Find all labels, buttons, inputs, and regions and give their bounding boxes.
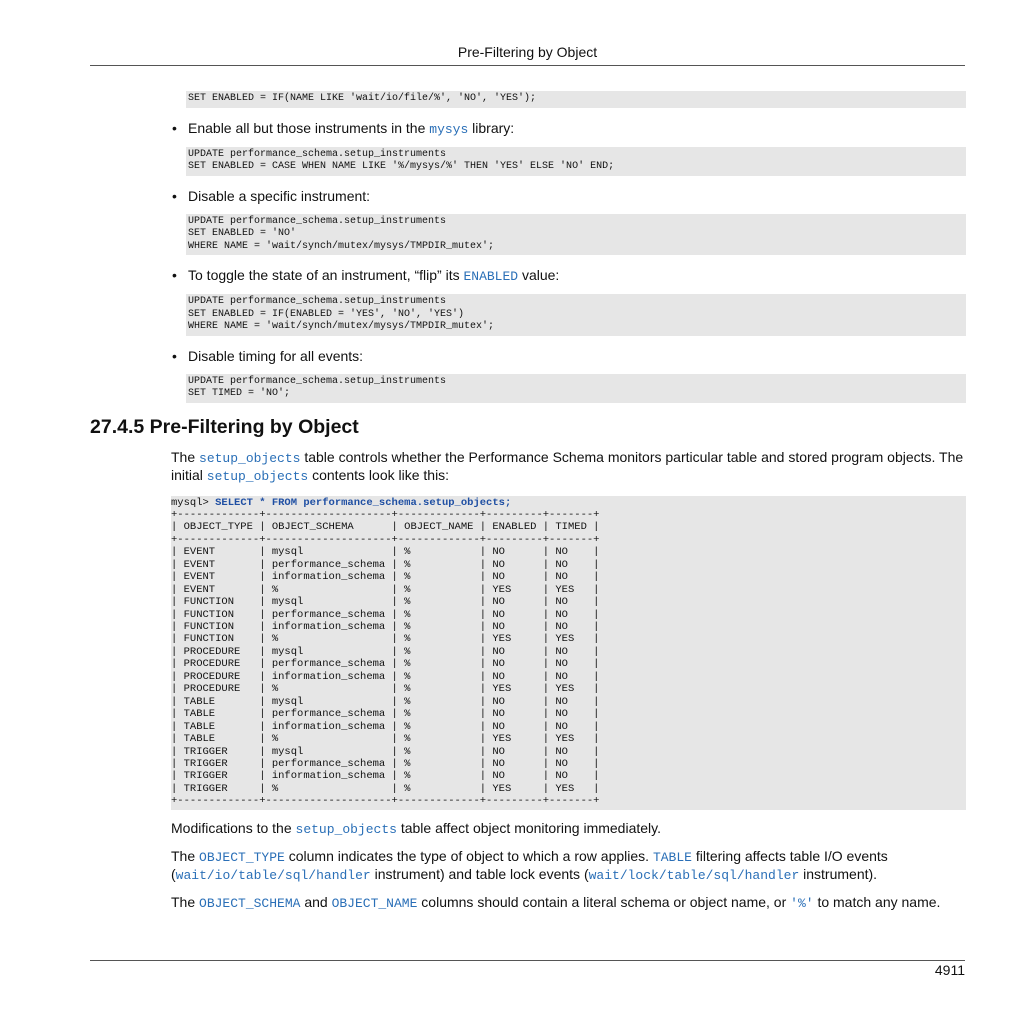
table-separator: +-------------+--------------------+----…	[171, 508, 600, 521]
code-link-object-type[interactable]: OBJECT_TYPE	[199, 850, 285, 865]
table-row: | TABLE | performance_schema | % | NO | …	[171, 708, 600, 721]
bullet-marker: •	[172, 347, 177, 364]
bullet-marker: •	[172, 119, 177, 136]
bullet-text: value:	[518, 267, 560, 283]
running-header: Pre-Filtering by Object	[457, 44, 598, 60]
mysql-prompt: mysql>	[171, 496, 216, 509]
code-link-wildcard[interactable]: '%'	[790, 896, 813, 911]
manual-page: Pre-Filtering by Object SET ENABLED = IF…	[0, 0, 1025, 1025]
table-row: | EVENT | performance_schema | % | NO | …	[171, 558, 600, 571]
table-separator: +-------------+--------------------+----…	[171, 795, 600, 808]
code-link-setup-objects[interactable]: setup_objects	[199, 451, 300, 466]
table-row: | TABLE | information_schema | % | NO | …	[171, 720, 600, 733]
paragraph-text: table affect object monitoring immediate…	[396, 819, 661, 836]
bullet-disable-timing: • Disable timing for all events:	[172, 347, 966, 365]
code-link-mysys[interactable]: mysys	[429, 122, 468, 137]
paragraph-text: Modifications to the	[171, 819, 296, 836]
table-row: | EVENT | information_schema | % | NO | …	[171, 571, 600, 584]
code-block-set-enabled: SET ENABLED = IF(NAME LIKE 'wait/io/file…	[186, 91, 966, 108]
table-row: | PROCEDURE | % | % | YES | YES |	[171, 683, 600, 696]
paragraph-modifications: Modifications to the setup_objects table…	[171, 820, 966, 838]
query-output-block: mysql> SELECT * FROM performance_schema.…	[171, 495, 966, 810]
table-row: | TRIGGER | mysql | % | NO | NO |	[171, 745, 600, 758]
bullet-text: To toggle the state of an instrument, “f…	[188, 267, 464, 283]
paragraph-text: instrument).	[799, 865, 878, 882]
footer-rule	[90, 960, 965, 961]
table-row: | TRIGGER | % | % | YES | YES |	[171, 782, 600, 795]
bullet-text: Enable all but those instruments in the	[188, 119, 430, 136]
code-block-disable-instrument: UPDATE performance_schema.setup_instrume…	[186, 213, 966, 255]
code-link-object-schema[interactable]: OBJECT_SCHEMA	[199, 896, 300, 911]
paragraph-text: and	[300, 893, 332, 910]
bullet-disable-instrument: • Disable a specific instrument:	[172, 187, 966, 205]
paragraph-intro: The setup_objects table controls whether…	[171, 449, 966, 485]
paragraph-text: The	[171, 893, 200, 910]
page-content: SET ENABLED = IF(NAME LIKE 'wait/io/file…	[0, 90, 1025, 912]
paragraph-text: The	[171, 448, 200, 465]
code-block-disable-timing: UPDATE performance_schema.setup_instrume…	[186, 373, 966, 403]
code-link-table[interactable]: TABLE	[653, 850, 692, 865]
table-row: | FUNCTION | % | % | YES | YES |	[171, 633, 600, 646]
table-row: | EVENT | % | % | YES | YES |	[171, 583, 600, 596]
code-block-toggle-instrument: UPDATE performance_schema.setup_instrume…	[186, 294, 966, 336]
table-separator: +-------------+--------------------+----…	[171, 533, 600, 546]
paragraph-schema-name: The OBJECT_SCHEMA and OBJECT_NAME column…	[171, 894, 966, 912]
table-row: | FUNCTION | performance_schema | % | NO…	[171, 608, 600, 621]
bullet-toggle-instrument: • To toggle the state of an instrument, …	[172, 267, 966, 285]
code-link-setup-objects[interactable]: setup_objects	[296, 822, 397, 837]
table-row: | PROCEDURE | mysql | % | NO | NO |	[171, 645, 600, 658]
paragraph-text: The	[171, 847, 200, 864]
paragraph-object-type: The OBJECT_TYPE column indicates the typ…	[171, 848, 966, 884]
header-rule	[90, 65, 965, 66]
code-link-object-name[interactable]: OBJECT_NAME	[332, 896, 418, 911]
paragraph-text: to match any name.	[813, 893, 941, 910]
paragraph-text: contents look like this:	[308, 466, 450, 483]
section-heading: 27.4.5 Pre-Filtering by Object	[90, 415, 359, 438]
code-link-io-handler[interactable]: wait/io/table/sql/handler	[176, 868, 371, 883]
sql-statement: SELECT * FROM performance_schema.setup_o…	[215, 496, 512, 509]
table-row: | PROCEDURE | information_schema | % | N…	[171, 670, 600, 683]
bullet-enable-mysys: • Enable all but those instruments in th…	[172, 119, 966, 138]
paragraph-text: columns should contain a literal schema …	[417, 893, 791, 910]
table-row: | EVENT | mysql | % | NO | NO |	[171, 546, 600, 559]
table-header-row: | OBJECT_TYPE | OBJECT_SCHEMA | OBJECT_N…	[171, 521, 600, 534]
table-row: | TRIGGER | performance_schema | % | NO …	[171, 758, 600, 771]
table-row: | TRIGGER | information_schema | % | NO …	[171, 770, 600, 783]
table-row: | TABLE | mysql | % | NO | NO |	[171, 695, 600, 708]
bullet-text: library:	[468, 119, 515, 136]
table-row: | PROCEDURE | performance_schema | % | N…	[171, 658, 600, 671]
bullet-marker: •	[172, 187, 177, 204]
paragraph-text: column indicates the type of object to w…	[284, 847, 653, 864]
bullet-text: Disable timing for all events:	[188, 347, 364, 364]
bullet-marker: •	[172, 267, 177, 283]
code-block-enable-mysys: UPDATE performance_schema.setup_instrume…	[186, 146, 966, 176]
code-link-setup-objects[interactable]: setup_objects	[207, 469, 308, 484]
paragraph-text: instrument) and table lock events (	[370, 865, 589, 882]
code-link-lock-handler[interactable]: wait/lock/table/sql/handler	[589, 868, 800, 883]
table-row: | FUNCTION | information_schema | % | NO…	[171, 621, 600, 634]
code-link-enabled[interactable]: ENABLED	[463, 269, 518, 284]
bullet-text: Disable a specific instrument:	[188, 187, 371, 204]
table-row: | TABLE | % | % | YES | YES |	[171, 733, 600, 746]
page-number: 4911	[934, 962, 965, 978]
table-row: | FUNCTION | mysql | % | NO | NO |	[171, 596, 600, 609]
